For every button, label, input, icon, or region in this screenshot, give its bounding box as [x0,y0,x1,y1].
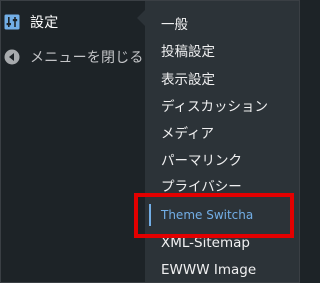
collapse-menu-label: メニューを閉じる [30,50,144,66]
submenu-item-permalinks[interactable]: パーマリンク [161,149,242,173]
submenu-item-discussion[interactable]: ディスカッション [161,95,268,119]
settings-submenu: 一般 投稿設定 表示設定 ディスカッション メディア パーマリンク プライバシー… [145,0,300,283]
submenu-item-writing[interactable]: 投稿設定 [161,40,215,64]
menu-item-settings-label: 設定 [30,15,59,31]
submenu-item-ewww-image[interactable]: EWWW Image [161,258,256,282]
admin-sidebar: 設定 メニューを閉じる [0,0,145,283]
menu-item-settings[interactable]: 設定 [0,5,145,39]
submenu-item-general[interactable]: 一般 [161,13,188,37]
submenu-item-media[interactable]: メディア [161,122,214,146]
current-menu-arrow [137,10,145,26]
collapse-arrow-circle-icon [3,48,21,66]
collapse-menu-button[interactable]: メニューを閉じる [0,40,145,74]
submenu-item-reading[interactable]: 表示設定 [161,68,215,92]
settings-sliders-icon [3,13,21,31]
highlight-box [134,193,294,238]
